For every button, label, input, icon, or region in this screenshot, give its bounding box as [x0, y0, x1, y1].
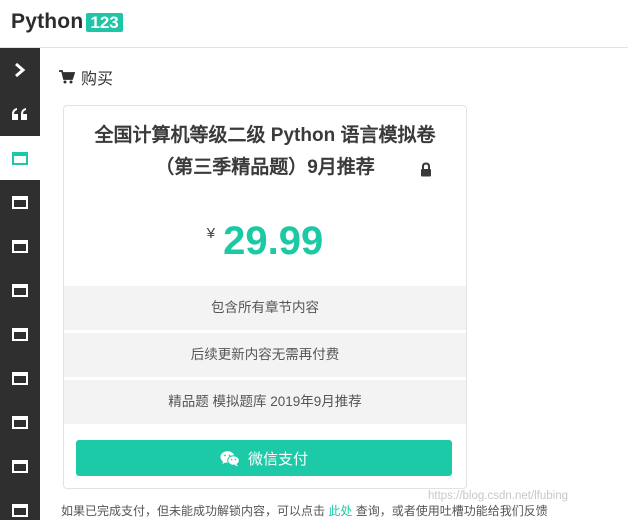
- sidebar-item-8[interactable]: [0, 356, 40, 400]
- sidebar-toggle[interactable]: [0, 48, 40, 92]
- sidebar-item-7[interactable]: [0, 312, 40, 356]
- main-content: 购买 全国计算机等级二级 Python 语言模拟卷 （第三季精品题）9月推荐 ¥…: [40, 48, 628, 520]
- cart-icon: [59, 70, 75, 84]
- window-icon: [12, 327, 28, 341]
- logo[interactable]: Python 123: [11, 10, 123, 34]
- window-icon: [12, 503, 28, 517]
- product-title-line2: （第三季精品题）9月推荐: [155, 157, 375, 178]
- price: ¥29.99: [64, 219, 466, 264]
- note-text-after: 查询，或者使用吐槽功能给我们反馈: [352, 504, 548, 518]
- sidebar-item-active[interactable]: [0, 136, 40, 180]
- quote-icon: [12, 108, 27, 120]
- window-icon: [12, 459, 28, 473]
- window-icon: [12, 415, 28, 429]
- feature-row: 精品题 模拟题库 2019年9月推荐: [64, 380, 466, 424]
- note-text-before: 如果已完成支付，但未能成功解锁内容，可以点击: [61, 504, 329, 518]
- top-bar: Python 123: [0, 0, 628, 48]
- section-header: 购买: [59, 67, 114, 88]
- sidebar: [0, 48, 40, 520]
- feature-row: 包含所有章节内容: [64, 286, 466, 330]
- chevron-right-icon: [15, 62, 26, 78]
- query-link[interactable]: 此处: [328, 504, 352, 518]
- logo-text: Python: [11, 10, 84, 33]
- window-icon: [12, 195, 28, 209]
- sidebar-item-9[interactable]: [0, 400, 40, 444]
- window-icon: [12, 371, 28, 385]
- section-title: 购买: [81, 71, 114, 88]
- window-icon: [12, 283, 28, 297]
- product-title: 全国计算机等级二级 Python 语言模拟卷 （第三季精品题）9月推荐: [64, 120, 466, 184]
- sidebar-item-5[interactable]: [0, 224, 40, 268]
- price-amount: 29.99: [223, 219, 324, 263]
- sidebar-item-4[interactable]: [0, 180, 40, 224]
- window-icon: [12, 151, 28, 165]
- wechat-pay-button[interactable]: 微信支付: [76, 440, 452, 476]
- lock-icon: [421, 162, 431, 177]
- product-card: 全国计算机等级二级 Python 语言模拟卷 （第三季精品题）9月推荐 ¥29.…: [63, 105, 467, 489]
- product-title-line1: 全国计算机等级二级 Python 语言模拟卷: [94, 125, 436, 146]
- sidebar-item-quote[interactable]: [0, 92, 40, 136]
- sidebar-item-11[interactable]: [0, 488, 40, 532]
- price-currency: ¥: [206, 225, 216, 242]
- wechat-icon: [220, 450, 240, 466]
- help-note: 如果已完成支付，但未能成功解锁内容，可以点击 此处 查询，或者使用吐槽功能给我们…: [61, 502, 621, 519]
- watermark: https://blog.csdn.net/lfubing: [428, 490, 569, 502]
- logo-badge: 123: [86, 12, 123, 32]
- feature-row: 后续更新内容无需再付费: [64, 333, 466, 377]
- window-icon: [12, 239, 28, 253]
- sidebar-item-6[interactable]: [0, 268, 40, 312]
- sidebar-item-10[interactable]: [0, 444, 40, 488]
- pay-button-label: 微信支付: [247, 450, 308, 468]
